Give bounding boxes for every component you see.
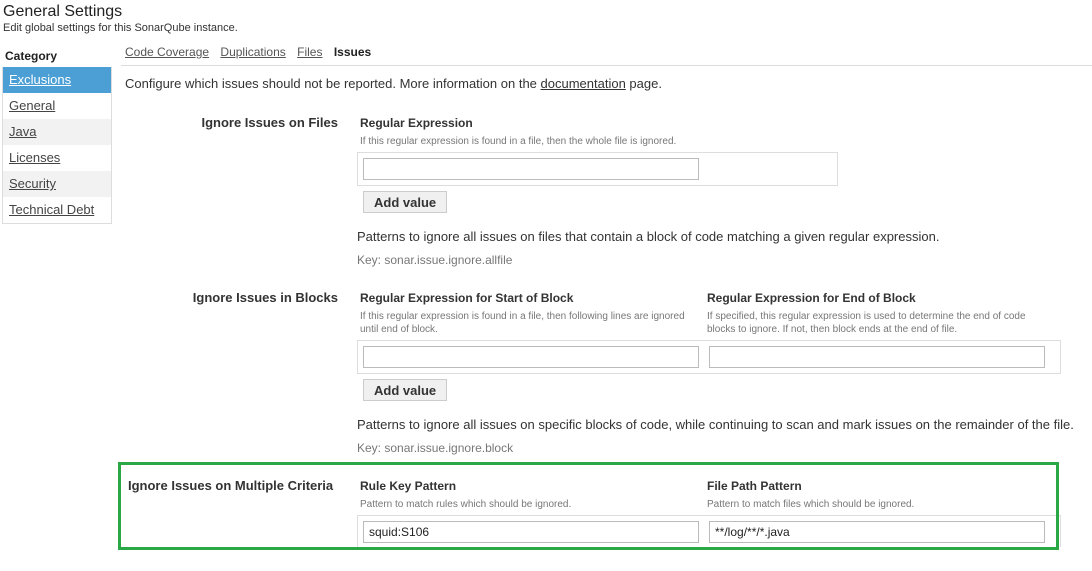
tab-divider — [121, 65, 1092, 66]
page-title: General Settings — [3, 3, 123, 20]
files-key: Key: sonar.issue.ignore.allfile — [357, 253, 513, 267]
block-end-help: If specified, this regular expression is… — [707, 311, 1026, 335]
category-item-exclusions[interactable]: Exclusions — [3, 67, 111, 93]
intro-after: page. — [625, 76, 662, 91]
blocks-description: Patterns to ignore all issues on specifi… — [357, 417, 1074, 432]
category-item-java[interactable]: Java — [3, 119, 111, 145]
section-label-files: Ignore Issues on Files — [201, 115, 338, 130]
file-path-title: File Path Pattern — [707, 479, 802, 493]
file-path-help: Pattern to match files which should be i… — [707, 499, 915, 510]
category-list: Exclusions General Java Licenses Securit… — [2, 67, 112, 224]
files-regex-input[interactable] — [363, 158, 699, 180]
block-start-input[interactable] — [363, 346, 699, 368]
intro-text: Configure which issues should not be rep… — [125, 76, 662, 91]
category-heading: Category — [5, 49, 58, 63]
files-regex-title: Regular Expression — [360, 116, 473, 130]
multicriteria-box — [357, 515, 1061, 547]
section-label-multicriteria: Ignore Issues on Multiple Criteria — [128, 478, 334, 493]
files-add-value-button[interactable]: Add value — [363, 191, 448, 213]
file-path-input[interactable] — [709, 521, 1045, 543]
settings-page: General Settings Edit global settings fo… — [0, 0, 1092, 571]
rule-key-help: Pattern to match rules which should be i… — [360, 499, 572, 510]
files-regex-help: If this regular expression is found in a… — [360, 136, 677, 147]
rule-key-title: Rule Key Pattern — [360, 479, 457, 493]
section-label-blocks: Ignore Issues in Blocks — [192, 290, 338, 305]
rule-key-input[interactable] — [363, 521, 699, 543]
category-item-general[interactable]: General — [3, 93, 111, 119]
block-start-help: If this regular expression is found in a… — [360, 311, 685, 335]
tab-bar: Code Coverage Duplications Files Issues — [125, 45, 379, 59]
tab-issues[interactable]: Issues — [334, 45, 371, 59]
files-regex-box — [357, 152, 838, 186]
category-item-security[interactable]: Security — [3, 171, 111, 197]
documentation-link[interactable]: documentation — [541, 76, 626, 91]
intro-before: Configure which issues should not be rep… — [125, 76, 541, 91]
tab-code-coverage[interactable]: Code Coverage — [125, 45, 209, 59]
category-item-licenses[interactable]: Licenses — [3, 145, 111, 171]
tab-files[interactable]: Files — [297, 45, 322, 59]
blocks-add-value-button[interactable]: Add value — [363, 379, 448, 401]
block-end-input[interactable] — [709, 346, 1045, 368]
block-end-title: Regular Expression for End of Block — [707, 291, 916, 305]
category-item-technical-debt[interactable]: Technical Debt — [3, 197, 111, 223]
block-start-title: Regular Expression for Start of Block — [360, 291, 574, 305]
tab-duplications[interactable]: Duplications — [220, 45, 285, 59]
blocks-key: Key: sonar.issue.ignore.block — [357, 441, 514, 455]
page-description: Edit global settings for this SonarQube … — [3, 22, 238, 34]
blocks-box — [357, 340, 1061, 374]
files-description: Patterns to ignore all issues on files t… — [357, 229, 940, 244]
